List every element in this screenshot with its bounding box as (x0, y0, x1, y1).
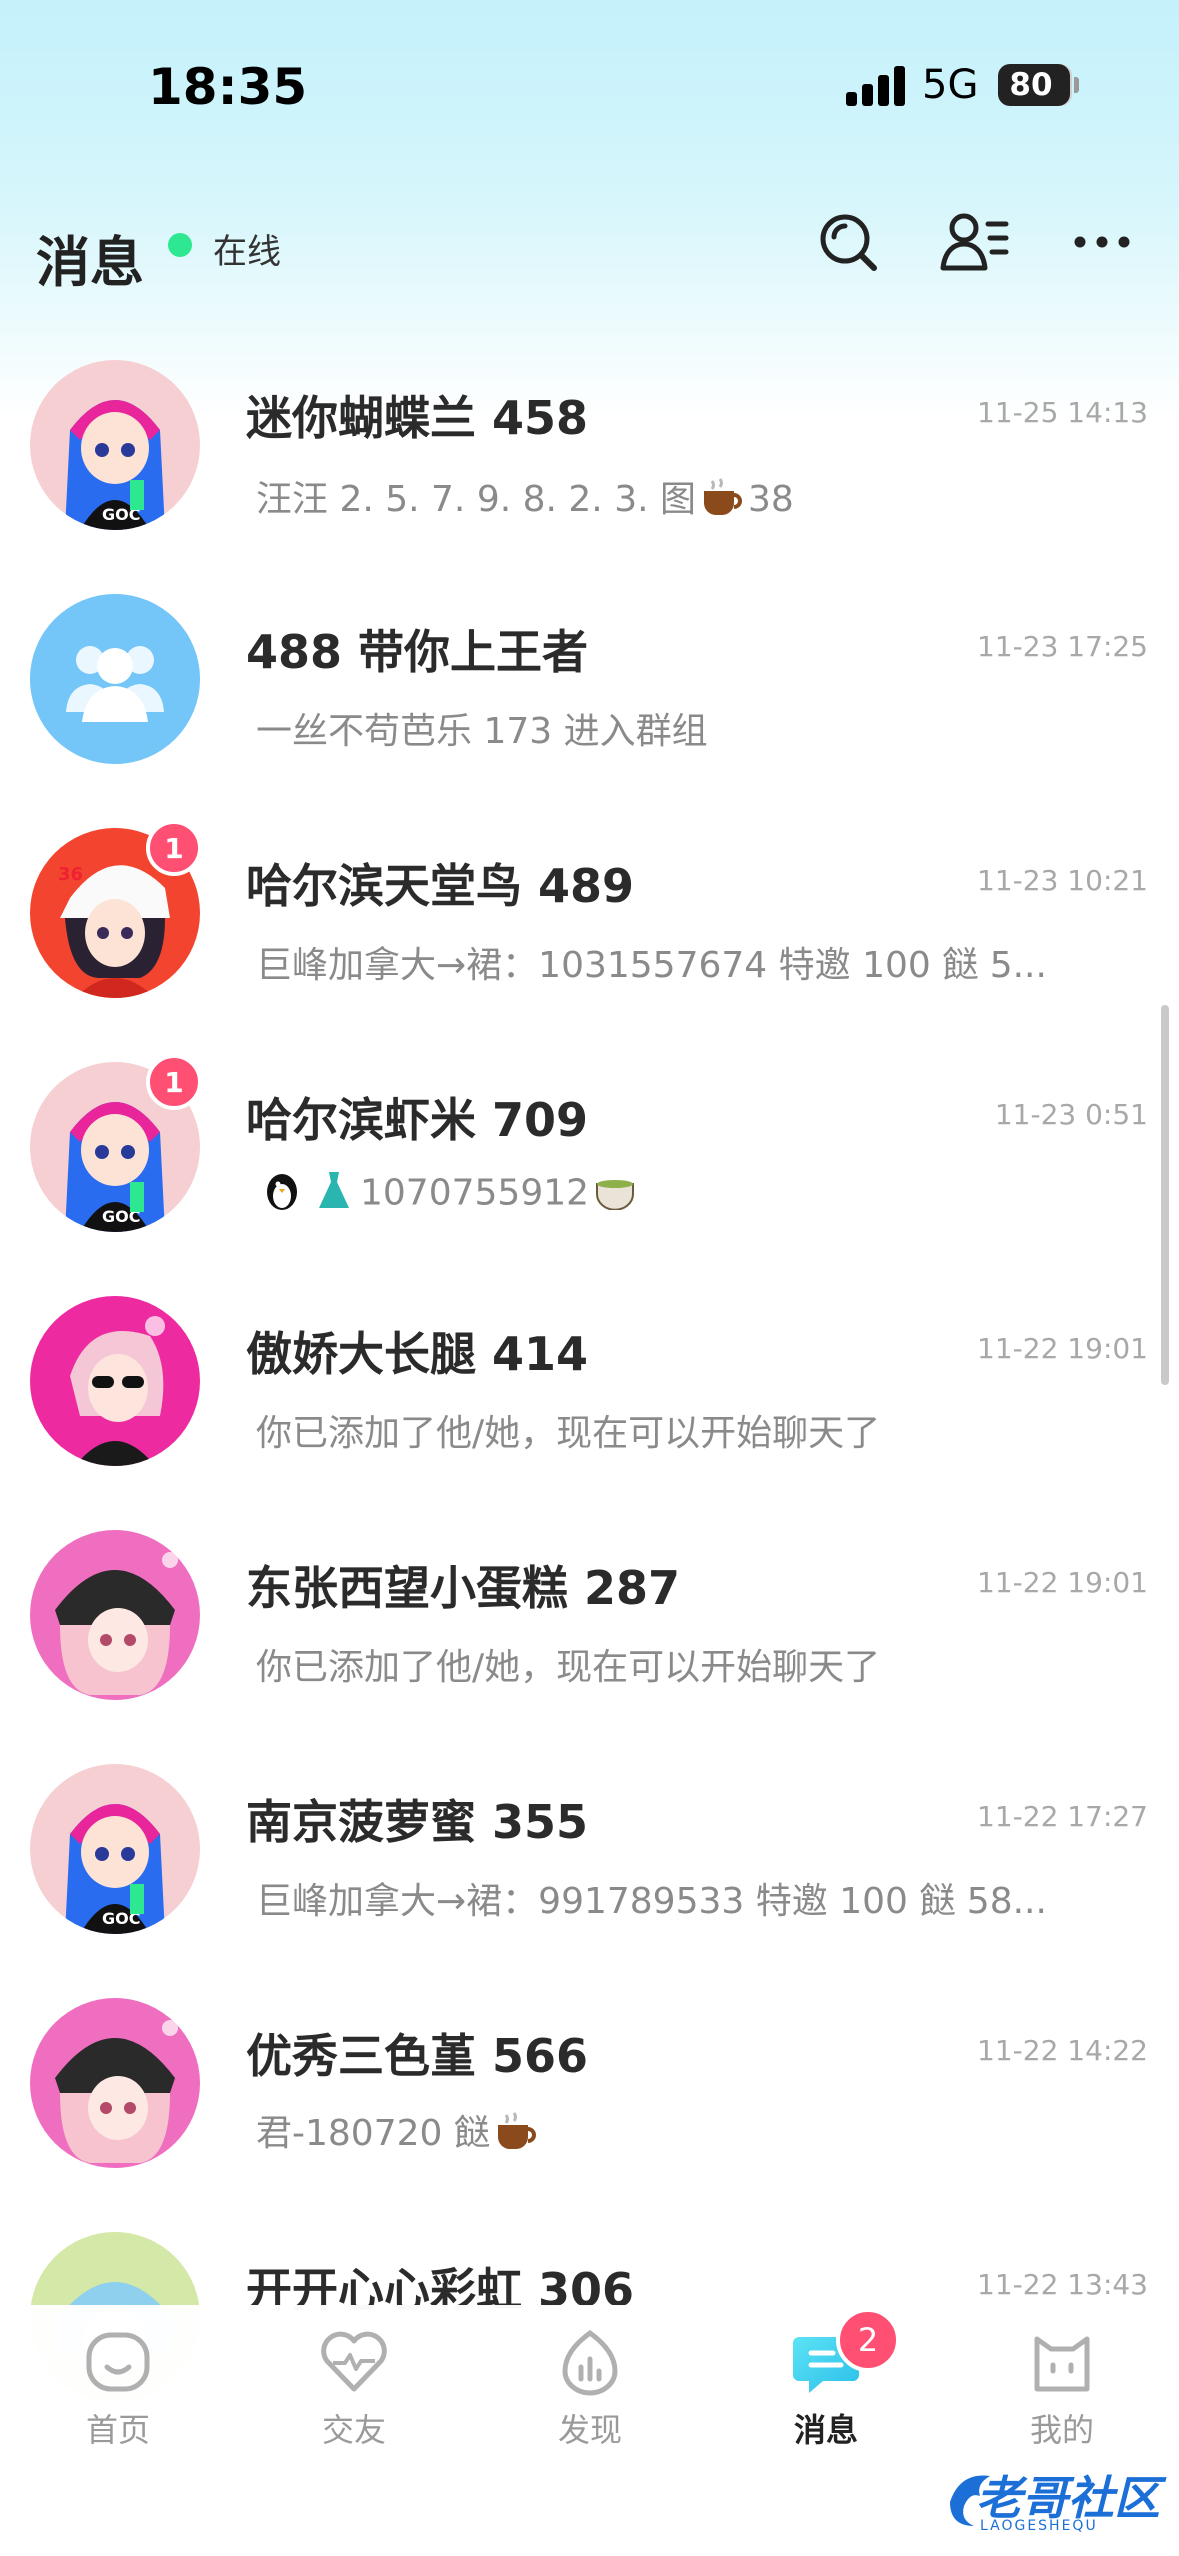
conversation-row[interactable]: 傲娇大长腿 414 11-22 19:01 你已添加了他/她，现在可以开始聊天了 (0, 1266, 1179, 1500)
conversation-row[interactable]: 东张西望小蛋糕 287 11-22 19:01 你已添加了他/她，现在可以开始聊… (0, 1500, 1179, 1734)
conversation-name: 南京菠萝蜜 355 (246, 1795, 589, 1849)
tab-label: 消息 (793, 2411, 858, 2449)
conversation-name: 哈尔滨天堂鸟 489 (246, 859, 635, 913)
conversation-preview: 1070755912 (256, 1168, 1086, 1221)
unread-badge: 1 (146, 1054, 202, 1110)
avatar (30, 1530, 200, 1700)
status-bar: 18:35 5G 80 (0, 0, 1179, 170)
conversation-preview: 巨峰加拿大→裙：1031557674 特邀 100 餸 5... (256, 945, 1047, 986)
battery-level: 80 (1009, 67, 1053, 103)
scrollbar[interactable] (1161, 1005, 1169, 1385)
tab-friends[interactable]: 交友 (236, 2305, 472, 2465)
preview-suffix: 38 (747, 479, 794, 520)
preview-text: 君-180720 餸 (256, 2113, 490, 2154)
watermark-subtext: LAOGESHEQU (980, 2518, 1098, 2534)
signal-icon (846, 66, 906, 106)
discover-flame-icon (562, 2329, 618, 2396)
online-status-label[interactable]: 在线 (213, 224, 281, 273)
conversation-time: 11-22 14:22 (977, 2034, 1148, 2067)
more-options-icon[interactable] (1067, 207, 1137, 277)
contacts-list-icon[interactable] (940, 207, 1010, 277)
tab-discover[interactable]: 发现 (472, 2305, 708, 2465)
heartbeat-icon (321, 2331, 387, 2392)
battery-icon: 80 (998, 64, 1070, 106)
conversation-name: 东张西望小蛋糕 287 (246, 1561, 681, 1615)
conversation-name: 傲娇大长腿 414 (246, 1327, 589, 1381)
conversation-time: 11-25 14:13 (977, 396, 1148, 429)
conversation-name: 488 带你上王者 (246, 625, 589, 679)
tab-home[interactable]: 首页 (0, 2305, 236, 2465)
conversation-time: 11-22 17:27 (977, 1800, 1148, 1833)
conversation-time: 11-22 13:43 (977, 2268, 1148, 2301)
cat-profile-icon (1034, 2336, 1090, 2392)
penguin-emoji-icon (260, 1168, 304, 1221)
avatar: GOC (30, 360, 200, 530)
conversation-time: 11-22 19:01 (977, 1332, 1148, 1365)
coffee-emoji-icon (700, 477, 744, 526)
dress-emoji-icon (312, 1168, 356, 1221)
network-label: 5G (922, 62, 979, 108)
conversation-row[interactable]: GOC 南京菠萝蜜 355 11-22 17:27 巨峰加拿大→裙：991789… (0, 1734, 1179, 1968)
coffee-emoji-icon (494, 2111, 538, 2160)
conversation-name: 迷你蝴蝶兰 458 (246, 391, 589, 445)
search-icon[interactable] (813, 207, 883, 277)
conversation-preview: 一丝不苟芭乐 173 进入群组 (256, 711, 708, 752)
unread-badge: 1 (146, 820, 202, 876)
conversation-time: 11-23 17:25 (977, 630, 1148, 663)
status-time: 18:35 (148, 58, 308, 116)
conversation-row[interactable]: 36 1 哈尔滨天堂鸟 489 11-23 10:21 巨峰加拿大→裙：1031… (0, 798, 1179, 1032)
conversation-row[interactable]: GOC 迷你蝴蝶兰 458 11-25 14:13 汪汪 2. 5. 7. 9.… (0, 330, 1179, 564)
conversation-preview: 汪汪 2. 5. 7. 9. 8. 2. 3. 图 38 (256, 470, 1086, 526)
conversation-row[interactable]: 488 带你上王者 11-23 17:25 一丝不苟芭乐 173 进入群组 (0, 564, 1179, 798)
svg-text:36: 36 (58, 864, 83, 885)
online-status-dot (168, 233, 192, 257)
page-title: 消息 (36, 231, 144, 294)
tea-emoji-icon (593, 1170, 637, 1219)
conversation-row[interactable]: 优秀三色堇 566 11-22 14:22 君-180720 餸 (0, 1968, 1179, 2202)
conversation-preview: 巨峰加拿大→裙：991789533 特邀 100 餸 58... (256, 1881, 1047, 1922)
tab-profile[interactable]: 我的 (944, 2305, 1179, 2465)
avatar (30, 1998, 200, 2168)
tab-label: 首页 (85, 2411, 150, 2449)
avatar (30, 1296, 200, 1466)
messages-screen: 18:35 5G 80 消息 在线 GOC 迷你蝴蝶兰 458 11-25 14… (0, 0, 1179, 2556)
conversation-row[interactable]: GOC 1 哈尔滨虾米 709 11-23 0:51 1070755912 (0, 1032, 1179, 1266)
tab-unread-badge: 2 (836, 2308, 900, 2372)
conversation-time: 11-23 10:21 (977, 864, 1148, 897)
tab-messages[interactable]: 消息 (708, 2305, 944, 2465)
watermark-logo: 老哥社区 LAOGESHEQU (940, 2462, 1170, 2542)
conversation-preview: 你已添加了他/她，现在可以开始聊天了 (256, 1413, 881, 1454)
home-face-icon (86, 2332, 150, 2392)
conversation-name: 哈尔滨虾米 709 (246, 1093, 589, 1147)
group-avatar (30, 594, 200, 764)
conversation-preview: 你已添加了他/她，现在可以开始聊天了 (256, 1647, 881, 1688)
tab-label: 我的 (1029, 2411, 1094, 2449)
tab-label: 发现 (557, 2411, 622, 2449)
conversation-time: 11-22 19:01 (977, 1566, 1148, 1599)
avatar: GOC (30, 1764, 200, 1934)
conversation-name: 优秀三色堇 566 (246, 2029, 589, 2083)
preview-text: 1070755912 (360, 1172, 590, 1214)
conversation-time: 11-23 0:51 (994, 1098, 1148, 1131)
preview-text: 汪汪 2. 5. 7. 9. 8. 2. 3. 图 (256, 479, 696, 520)
tab-label: 交友 (321, 2411, 386, 2449)
battery-tip (1074, 77, 1079, 93)
group-icon (30, 594, 200, 764)
conversation-preview: 君-180720 餸 (256, 2104, 1086, 2160)
